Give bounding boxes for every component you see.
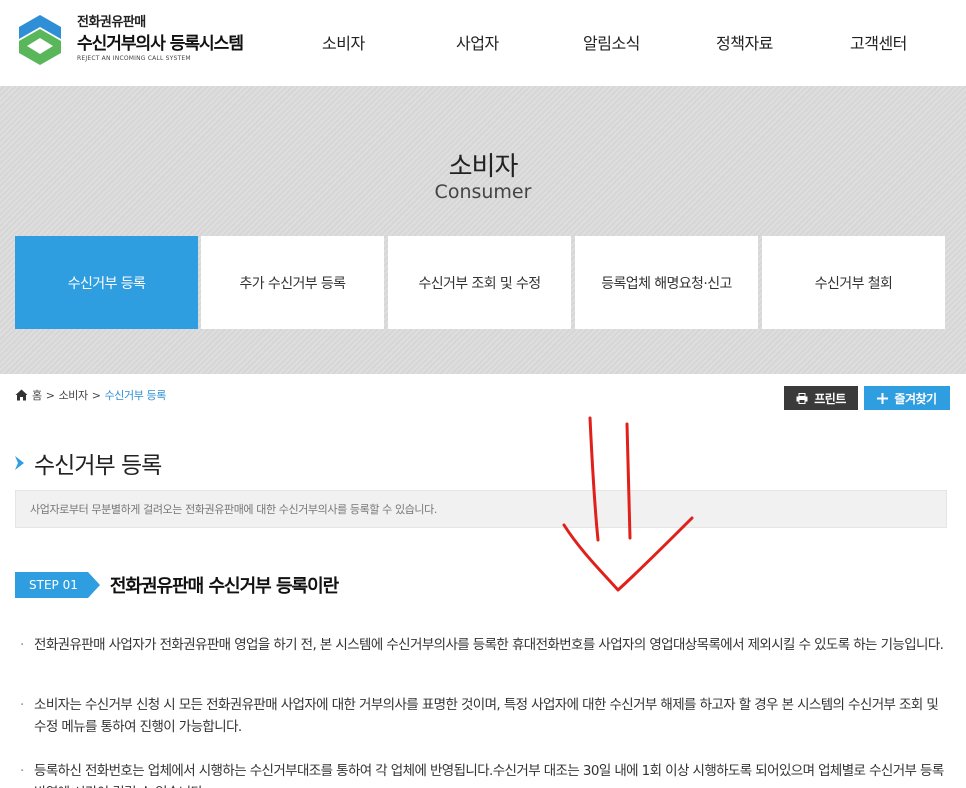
site-logo[interactable]: 전화권유판매 수신거부의사 등록시스템 REJECT AN INCOMING C…: [17, 10, 267, 70]
step-arrow-icon: [87, 572, 100, 598]
bullet-dot: ·: [20, 637, 24, 653]
breadcrumb-current: 수신거부 등록: [104, 389, 167, 402]
nav-business[interactable]: 사업자: [456, 30, 499, 54]
section-title: 소비자: [448, 152, 519, 182]
page-title-block: 수신거부 등록: [15, 448, 162, 479]
sub-visual: 소비자 Consumer 수신거부 등록 추가 수신거부 등록 수신거부 조회 …: [0, 86, 966, 374]
print-label: 프린트: [814, 391, 846, 406]
title-marker-icon: [15, 456, 24, 470]
section-subtitle: Consumer: [434, 181, 532, 203]
printer-icon: [796, 392, 808, 404]
bullet-dot: ·: [20, 697, 24, 713]
print-button[interactable]: 프린트: [784, 386, 858, 410]
nav-consumer[interactable]: 소비자: [322, 30, 365, 54]
breadcrumb-consumer[interactable]: 소비자: [59, 387, 89, 403]
logo-line2: 수신거부의사 등록시스템: [77, 34, 244, 54]
plus-icon: [877, 392, 889, 404]
logo-line1: 전화권유판매: [77, 15, 146, 30]
tab-withdraw[interactable]: 수신거부 철회: [762, 236, 945, 329]
favorite-button[interactable]: 즐겨찾기: [864, 386, 950, 410]
breadcrumb-separator: >: [45, 388, 55, 402]
favorite-label: 즐겨찾기: [894, 391, 937, 406]
tab-register[interactable]: 수신거부 등록: [15, 236, 198, 329]
tab-additional-register[interactable]: 추가 수신거부 등록: [201, 236, 384, 329]
list-item-text: 소비자는 수신거부 신청 시 모든 전화권유판매 사업자에 대한 거부의사를 표…: [34, 697, 939, 735]
bullet-dot: ·: [20, 763, 24, 779]
list-item: · 전화권유판매 사업자가 전화권유판매 영업을 하기 전, 본 시스템에 수신…: [20, 634, 945, 656]
breadcrumb-separator: >: [91, 388, 101, 402]
list-item-text: 등록하신 전화번호는 업체에서 시행하는 수신거부대조를 통하여 각 업체에 반…: [34, 763, 944, 788]
list-item: · 소비자는 수신거부 신청 시 모든 전화권유판매 사업자에 대한 거부의사를…: [20, 694, 945, 738]
home-icon[interactable]: [15, 389, 28, 401]
logo-line3: REJECT AN INCOMING CALL SYSTEM: [77, 55, 191, 62]
nav-support[interactable]: 고객센터: [850, 30, 907, 54]
tab-report[interactable]: 등록업체 해명요청·신고: [575, 236, 758, 329]
step-title: 전화권유판매 수신거부 등록이란: [109, 576, 339, 597]
page-description: 사업자로부터 무분별하게 걸려오는 전화권유판매에 대한 수신거부의사를 등록할…: [15, 490, 947, 528]
page-title: 수신거부 등록: [34, 453, 162, 479]
nav-news[interactable]: 알림소식: [583, 30, 640, 54]
tab-lookup-edit[interactable]: 수신거부 조회 및 수정: [388, 236, 571, 329]
site-header: 전화권유판매 수신거부의사 등록시스템 REJECT AN INCOMING C…: [0, 0, 966, 86]
nav-policy[interactable]: 정책자료: [716, 30, 773, 54]
list-item-text: 전화권유판매 사업자가 전화권유판매 영업을 하기 전, 본 시스템에 수신거부…: [34, 637, 944, 653]
step-heading: STEP 01 전화권유판매 수신거부 등록이란: [15, 570, 339, 600]
logo-mark-icon: [19, 15, 61, 65]
step-badge: STEP 01: [15, 572, 88, 598]
list-item: · 등록하신 전화번호는 업체에서 시행하는 수신거부대조를 통하여 각 업체에…: [20, 760, 945, 788]
breadcrumb-home[interactable]: 홈: [32, 387, 42, 403]
breadcrumb: 홈 > 소비자 > 수신거부 등록: [15, 387, 166, 403]
